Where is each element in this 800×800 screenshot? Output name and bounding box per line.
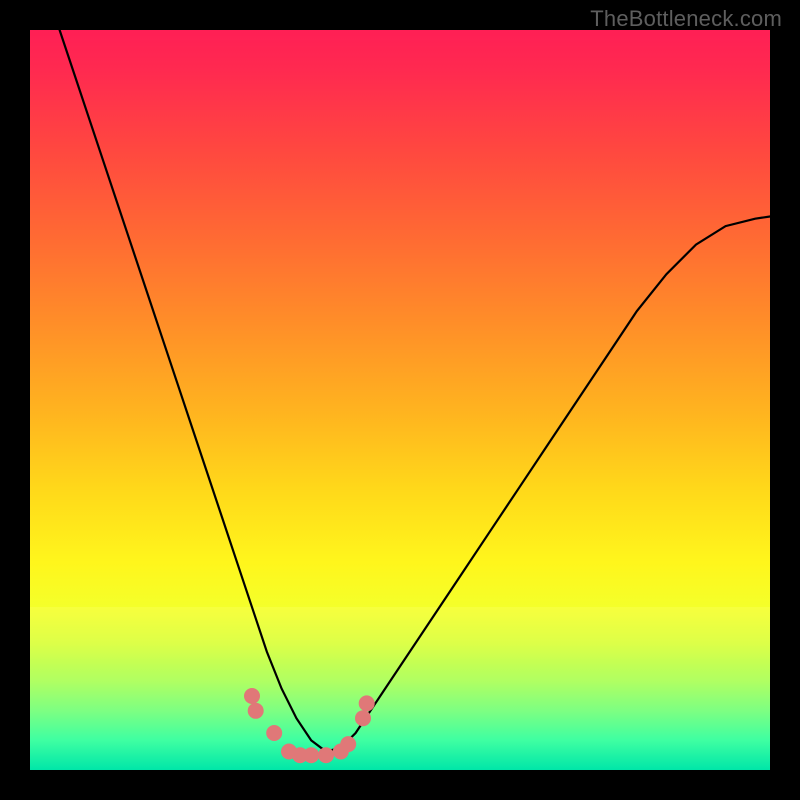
chart-frame: TheBottleneck.com	[0, 0, 800, 800]
marker-dot	[244, 688, 260, 704]
marker-dot	[248, 703, 264, 719]
chart-svg	[30, 30, 770, 770]
bottleneck-curve-path	[60, 30, 770, 752]
marker-dot	[266, 725, 282, 741]
marker-dots-group	[244, 688, 375, 763]
marker-dot	[340, 736, 356, 752]
marker-dot	[359, 695, 375, 711]
marker-dot	[303, 747, 319, 763]
plot-area	[30, 30, 770, 770]
marker-dot	[355, 710, 371, 726]
watermark-text: TheBottleneck.com	[590, 6, 782, 32]
marker-dot	[318, 747, 334, 763]
